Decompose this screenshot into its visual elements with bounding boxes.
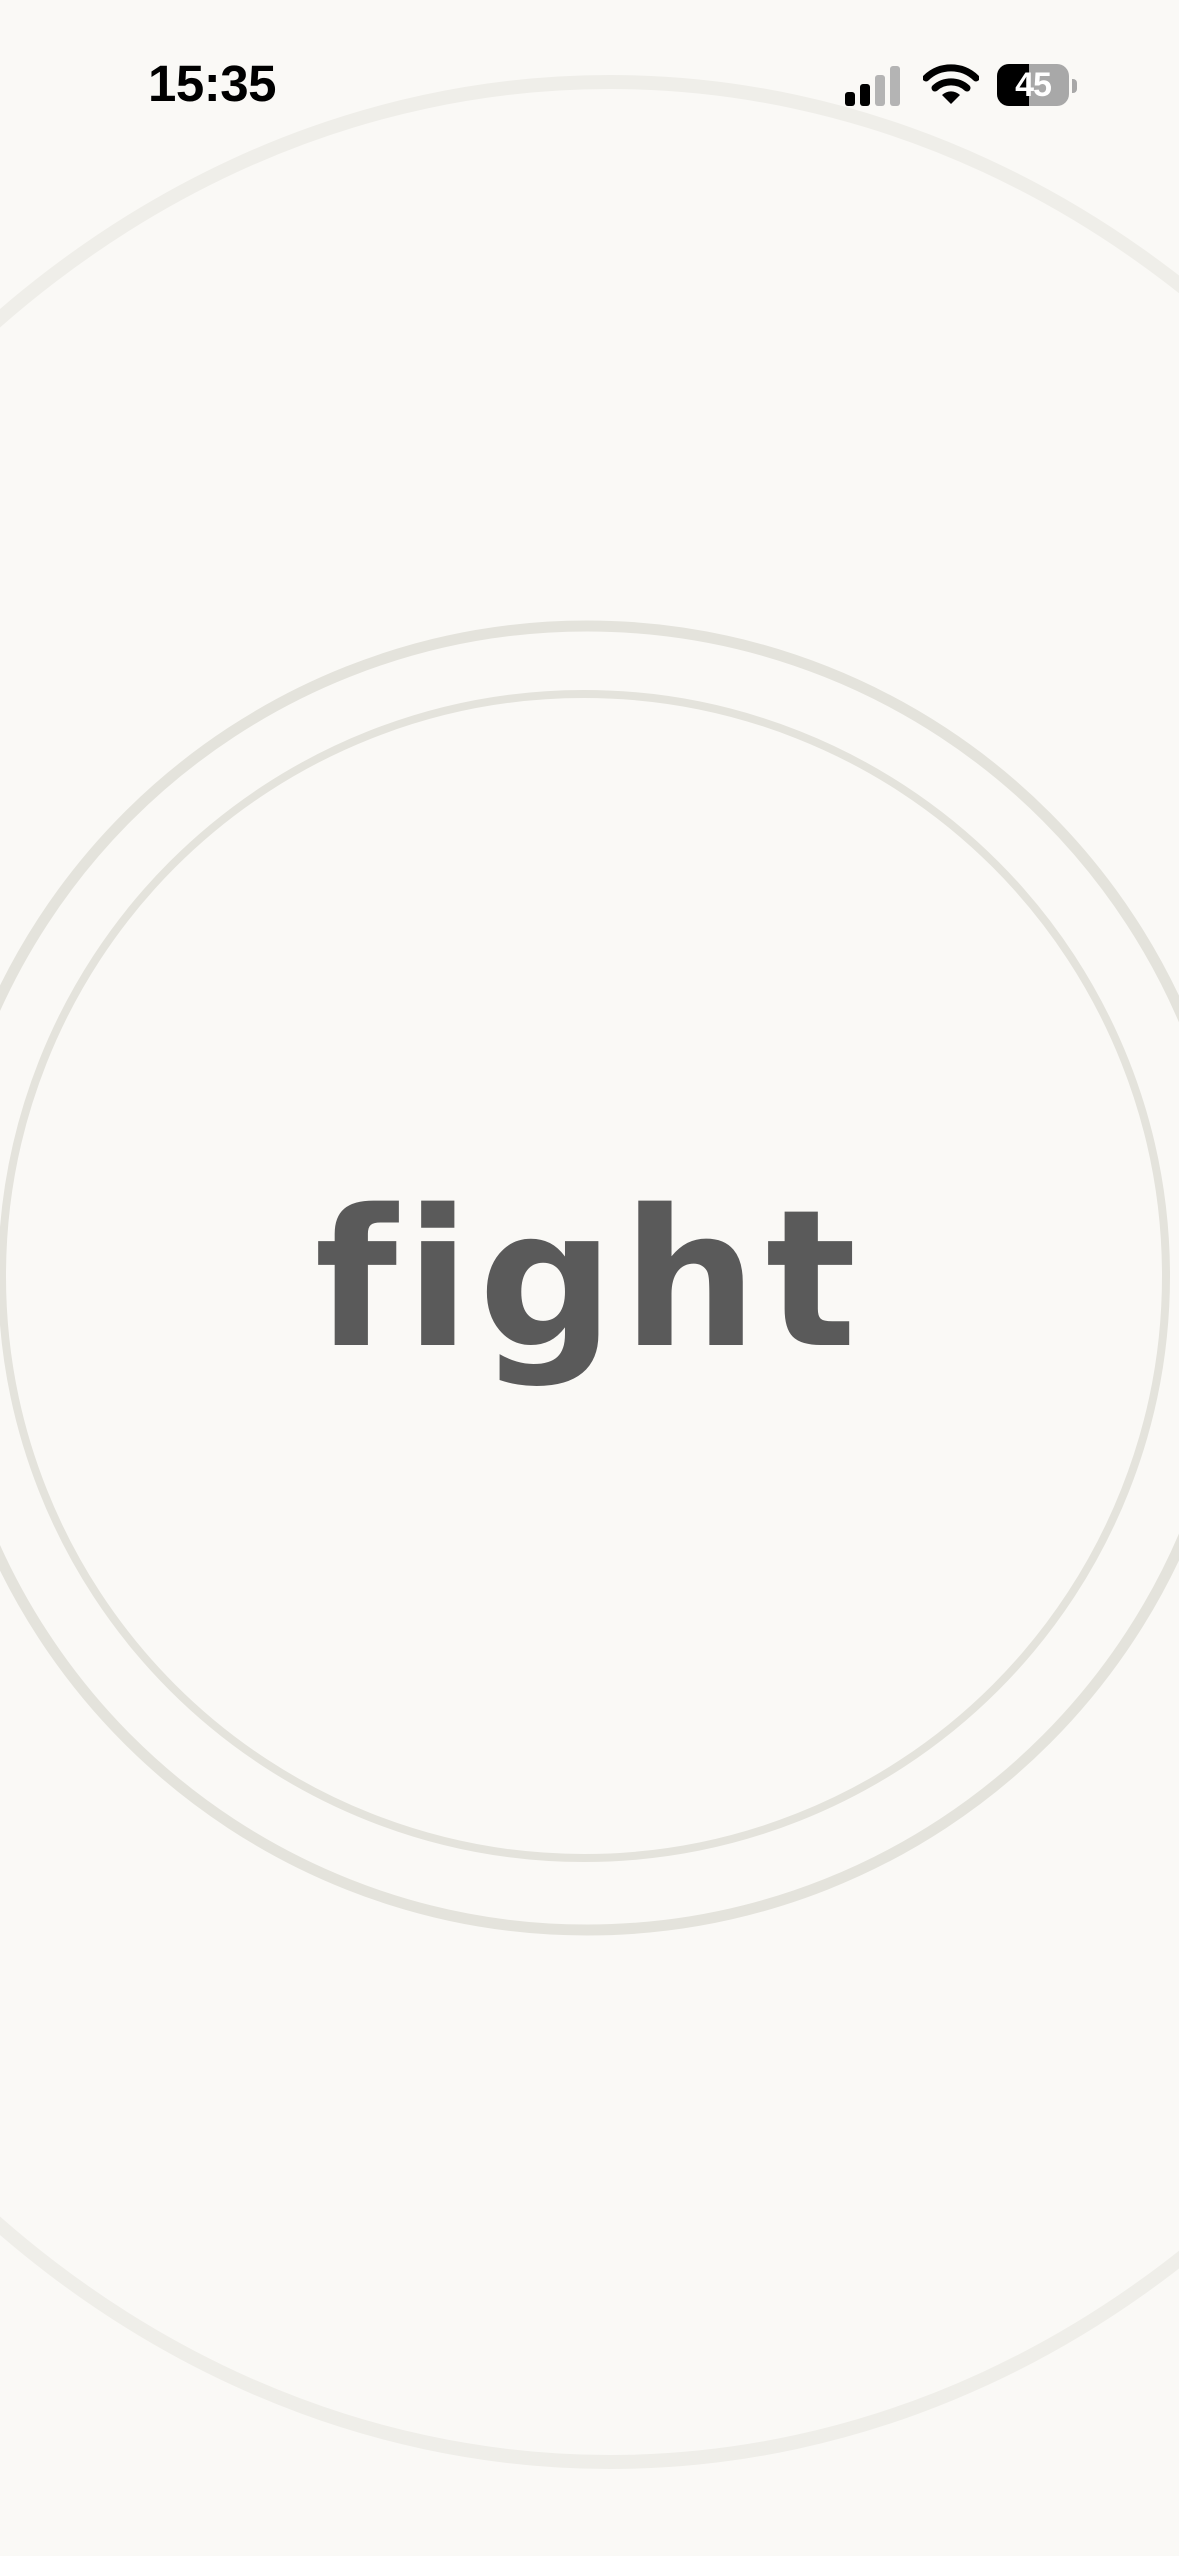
battery-tip — [1072, 79, 1077, 93]
battery-icon: 45 — [997, 64, 1077, 108]
status-bar: 15:35 45 — [0, 0, 1179, 150]
battery-body: 45 — [997, 64, 1069, 106]
battery-level: 45 — [1015, 66, 1052, 104]
status-time: 15:35 — [148, 55, 276, 112]
cellular-signal-icon — [845, 66, 903, 106]
center-word[interactable]: fight — [0, 1170, 1179, 1390]
app-screen: 15:35 45 fight — [0, 0, 1179, 2556]
wifi-icon — [923, 64, 979, 104]
